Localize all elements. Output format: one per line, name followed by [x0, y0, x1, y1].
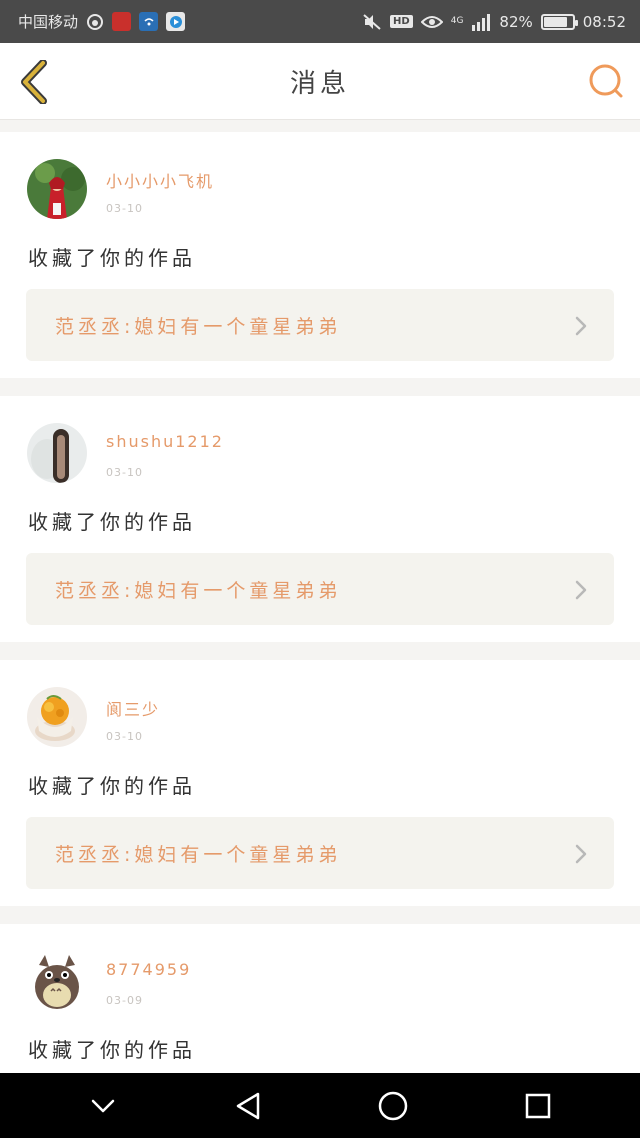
nav-header: 消息 — [0, 43, 640, 120]
action-text: 收藏了你的作品 — [28, 774, 196, 798]
username[interactable]: shushu1212 — [106, 432, 224, 451]
mute-icon — [362, 13, 382, 31]
avatar[interactable] — [27, 423, 87, 483]
signal-icon — [471, 13, 491, 31]
carrier-label: 中国移动 — [18, 13, 79, 31]
back-button[interactable] — [16, 59, 52, 105]
message-item: 小小小小飞机 03-10 收藏了你的作品 范丞丞:媳妇有一个童星弟弟 — [0, 132, 640, 378]
username[interactable]: 小小小小飞机 — [106, 168, 214, 192]
message-date: 03-10 — [106, 730, 143, 743]
avatar[interactable] — [27, 687, 87, 747]
chevron-down-icon — [91, 1099, 114, 1112]
triangle-back-icon — [236, 1092, 259, 1119]
search-icon — [589, 64, 623, 98]
circle-home-icon — [378, 1091, 407, 1120]
work-title: 范丞丞:媳妇有一个童星弟弟 — [55, 843, 342, 866]
chevron-right-icon — [575, 580, 587, 600]
battery-icon — [540, 13, 578, 30]
message-date: 03-10 — [106, 202, 143, 215]
nav-home-button[interactable] — [363, 1076, 423, 1136]
work-link[interactable]: 范丞丞:媳妇有一个童星弟弟 — [26, 817, 614, 889]
status-bar: 中国移动 HD 4G 82% 08:52 — [0, 0, 640, 43]
username[interactable]: 8774959 — [106, 960, 191, 979]
search-button[interactable] — [586, 61, 626, 101]
nav-back-button[interactable] — [218, 1076, 278, 1136]
sina-app-icon — [112, 12, 132, 31]
message-date: 03-10 — [106, 466, 143, 479]
chevron-left-icon — [21, 60, 47, 104]
action-text: 收藏了你的作品 — [28, 246, 196, 270]
weibo-app-icon — [86, 13, 104, 31]
wifi-app-icon — [139, 12, 159, 31]
clock: 08:52 — [582, 12, 626, 31]
chevron-right-icon — [575, 844, 587, 864]
message-item: 阆三少 03-10 收藏了你的作品 范丞丞:媳妇有一个童星弟弟 — [0, 660, 640, 906]
system-nav-bar — [0, 1073, 640, 1138]
chevron-right-icon — [575, 316, 587, 336]
avatar[interactable] — [27, 159, 87, 219]
work-link[interactable]: 范丞丞:媳妇有一个童星弟弟 — [26, 553, 614, 625]
video-app-icon — [166, 12, 186, 31]
message-list: 小小小小飞机 03-10 收藏了你的作品 范丞丞:媳妇有一个童星弟弟 shush… — [0, 132, 640, 1138]
eye-comfort-icon — [420, 14, 443, 30]
nav-down-button[interactable] — [73, 1076, 133, 1136]
avatar[interactable] — [27, 951, 87, 1011]
network-type-label: 4G — [450, 16, 464, 26]
username[interactable]: 阆三少 — [106, 696, 160, 720]
work-title: 范丞丞:媳妇有一个童星弟弟 — [55, 579, 342, 602]
page-title: 消息 — [289, 68, 350, 99]
battery-level — [543, 16, 567, 27]
message-item: shushu1212 03-10 收藏了你的作品 范丞丞:媳妇有一个童星弟弟 — [0, 396, 640, 642]
status-left: 中国移动 — [18, 11, 186, 32]
work-title: 范丞丞:媳妇有一个童星弟弟 — [55, 315, 342, 338]
square-recent-icon — [525, 1093, 550, 1118]
hd-badge: HD — [390, 15, 413, 28]
work-link[interactable]: 范丞丞:媳妇有一个童星弟弟 — [26, 289, 614, 361]
action-text: 收藏了你的作品 — [28, 510, 196, 534]
action-text: 收藏了你的作品 — [28, 1038, 196, 1062]
battery-percent: 82% — [499, 12, 533, 31]
message-date: 03-09 — [106, 994, 143, 1007]
nav-recent-button[interactable] — [508, 1076, 568, 1136]
status-right: HD 4G 82% 08:52 — [362, 13, 626, 31]
